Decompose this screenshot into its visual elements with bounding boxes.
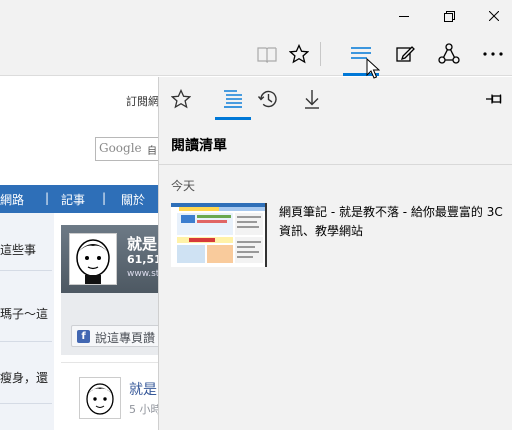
google-search-input[interactable]: Google 自: [95, 137, 158, 161]
share-button[interactable]: [433, 38, 465, 70]
reading-view-icon: [257, 47, 277, 63]
hub-title: 閱讀清單: [171, 138, 227, 154]
nav-separator: |: [102, 191, 107, 205]
browser-toolbar: [0, 32, 512, 76]
facebook-page-widget: 就是 61,51 www.stc f 說這專頁讚: [61, 225, 158, 355]
cartoon-avatar-icon: [76, 239, 110, 284]
google-logo: Google: [99, 141, 142, 155]
reading-list-item-title: 網頁筆記 - 就是教不落 - 給你最豐富的 3C 資訊、教學網站: [279, 205, 503, 238]
close-icon: [489, 11, 499, 21]
nav-item-network[interactable]: 網路: [0, 191, 24, 208]
sidebar-post[interactable]: 瑪子～這: [0, 305, 48, 322]
reading-list-icon: [224, 90, 242, 108]
pin-icon: [486, 94, 502, 104]
sidebar-post-list: 這些事 瑪子～這 瘦身，還: [0, 213, 54, 430]
cartoon-avatar-icon: [86, 383, 114, 415]
minimize-button[interactable]: [386, 0, 422, 32]
close-button[interactable]: [476, 0, 512, 32]
tab-history[interactable]: [252, 83, 284, 115]
more-icon: [483, 52, 503, 56]
facebook-like-count: 61,51: [127, 253, 158, 266]
web-note-button[interactable]: [389, 38, 421, 70]
restore-button[interactable]: [431, 0, 467, 32]
sidebar-post[interactable]: 瘦身，還: [0, 369, 48, 386]
facebook-avatar[interactable]: [69, 233, 117, 285]
nav-item-about[interactable]: 關於: [121, 191, 145, 208]
divider: [0, 403, 52, 404]
pin-pane-button[interactable]: [484, 89, 504, 109]
minimize-icon: [399, 16, 409, 17]
facebook-like-label: 說這專頁讚: [95, 331, 156, 345]
page-thumbnail-icon: [171, 203, 265, 267]
more-button[interactable]: [477, 38, 509, 70]
hub-panel: 閱讀清單 今天 網頁筆記 - 就是教不落 - 給你最豐富的 3C 資訊、教學網站: [158, 77, 512, 430]
facebook-page-name[interactable]: 就是: [127, 233, 157, 254]
history-icon: [257, 90, 277, 108]
add-favorite-button[interactable]: [283, 38, 315, 70]
tab-downloads[interactable]: [296, 83, 328, 115]
post-timestamp: 5 小時: [129, 403, 158, 416]
web-note-icon: [396, 46, 415, 62]
post-avatar[interactable]: [79, 377, 121, 419]
restore-icon: [443, 10, 455, 22]
mouse-pointer-icon: [366, 58, 380, 79]
facebook-page-url: www.stc: [127, 269, 158, 279]
divider: [0, 341, 52, 342]
facebook-post-card: 就是 5 小時: [61, 362, 158, 430]
downloads-icon: [305, 90, 319, 109]
divider: [0, 270, 52, 271]
nav-item-notes[interactable]: 記事: [61, 191, 85, 208]
tab-favorites[interactable]: [165, 83, 197, 115]
title-bar: [0, 0, 512, 32]
nav-separator: |: [45, 191, 50, 205]
tab-reading-list[interactable]: [217, 83, 249, 115]
google-suffix: 自: [147, 146, 157, 157]
sidebar-post[interactable]: 這些事: [0, 241, 36, 258]
reading-list-thumbnail: [171, 203, 267, 267]
hub-tabs: [159, 77, 512, 121]
group-label-today: 今天: [171, 179, 196, 193]
favorites-star-icon: [171, 89, 191, 109]
site-nav: 網路 | 記事 | 關於: [0, 185, 158, 213]
facebook-icon: f: [77, 330, 90, 343]
hub-tab-active-indicator: [215, 117, 251, 120]
divider: [159, 164, 512, 165]
toolbar-separator: [320, 42, 321, 66]
share-icon: [438, 43, 460, 64]
facebook-like-button[interactable]: f 說這專頁讚: [71, 325, 158, 347]
reading-list-item[interactable]: 網頁筆記 - 就是教不落 - 給你最豐富的 3C 資訊、教學網站: [171, 203, 507, 269]
favorites-star-icon: [289, 44, 309, 64]
web-page-content: 訂閱網 Google 自 網路 | 記事 | 關於 這些事 瑪子～這 瘦身，還 …: [0, 77, 158, 430]
post-title[interactable]: 就是: [129, 379, 157, 399]
subscribe-link[interactable]: 訂閱網: [126, 93, 158, 109]
reading-view-button[interactable]: [251, 38, 283, 70]
